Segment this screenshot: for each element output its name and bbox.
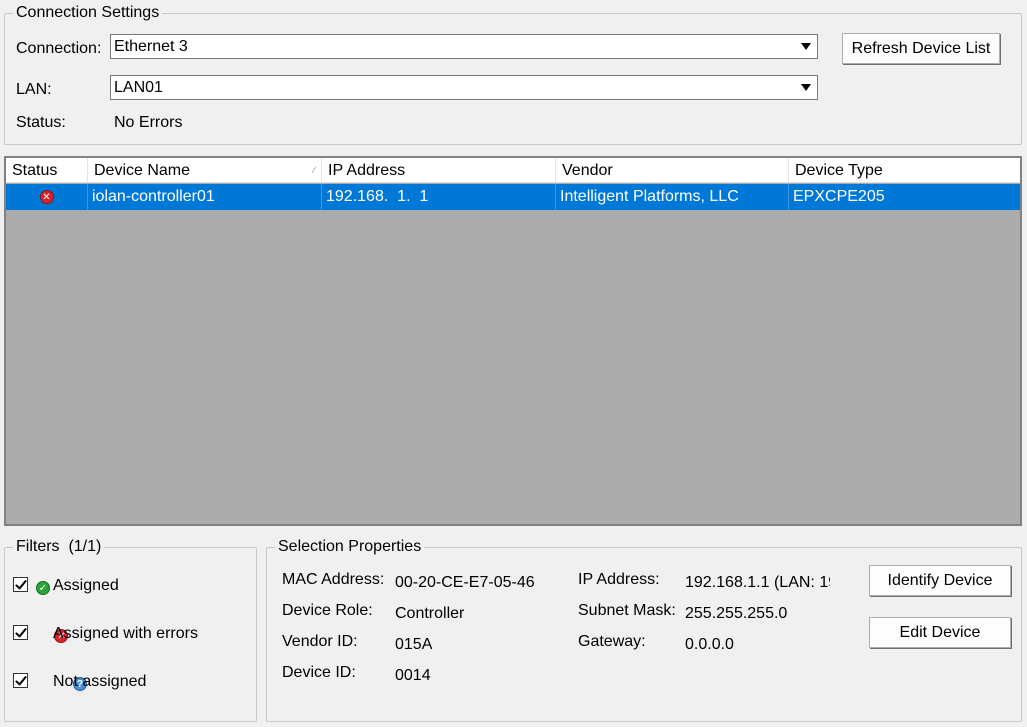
connection-combobox[interactable]: Ethernet 3 <box>110 34 818 59</box>
device-list[interactable]: Status Device Name ∕ IP Address Vendor D… <box>4 156 1022 526</box>
column-header-status[interactable]: Status <box>6 158 88 183</box>
chevron-down-icon[interactable] <box>796 36 816 57</box>
filters-title: Filters (1/1) <box>13 538 105 556</box>
connection-value: Ethernet 3 <box>114 38 188 55</box>
filter-not-assigned-checkbox[interactable] <box>13 673 28 688</box>
device-list-header: Status Device Name ∕ IP Address Vendor D… <box>6 158 1020 183</box>
ip-address-value: 192.168.1.1 (LAN: 19 <box>685 574 830 591</box>
device-role-value: Controller <box>395 605 465 622</box>
vendor-id-label: Vendor ID: <box>282 633 358 650</box>
row-status-cell: ✕ <box>6 184 88 210</box>
device-id-value: 0014 <box>395 667 431 684</box>
column-header-vendor[interactable]: Vendor <box>556 158 789 183</box>
device-role-label: Device Role: <box>282 602 373 619</box>
filter-assigned-errors-label[interactable]: Assigned with errors <box>53 625 198 643</box>
subnet-mask-value: 255.255.255.0 <box>685 605 788 622</box>
filter-assigned-errors-checkbox[interactable] <box>13 625 28 640</box>
status-value: No Errors <box>114 114 183 131</box>
chevron-down-icon[interactable] <box>796 77 816 98</box>
identify-device-button[interactable]: Identify Device <box>869 565 1011 596</box>
gateway-value: 0.0.0.0 <box>685 636 734 653</box>
device-id-label: Device ID: <box>282 664 356 681</box>
column-header-device-type[interactable]: Device Type <box>789 158 1020 183</box>
column-header-device-name-label: Device Name <box>94 162 191 179</box>
lan-combobox[interactable]: LAN01 <box>110 75 818 100</box>
lan-value: LAN01 <box>114 79 163 96</box>
ip-address-label: IP Address: <box>578 571 660 588</box>
column-header-ip-address[interactable]: IP Address <box>322 158 556 183</box>
mac-address-label: MAC Address: <box>282 571 385 588</box>
selection-properties-title: Selection Properties <box>275 538 425 556</box>
sort-indicator-icon: ∕ <box>313 165 315 175</box>
filter-assigned-checkbox[interactable] <box>13 577 28 592</box>
row-vendor: Intelligent Platforms, LLC <box>556 184 789 210</box>
check-icon: ✓ <box>36 580 50 595</box>
connection-settings-title: Connection Settings <box>13 4 163 22</box>
table-row[interactable]: ✕ iolan-controller01 192.168. 1. 1 Intel… <box>6 184 1020 210</box>
refresh-device-list-button[interactable]: Refresh Device List <box>842 33 1000 64</box>
status-label: Status: <box>16 114 66 131</box>
filter-not-assigned-label[interactable]: Not assigned <box>53 673 146 691</box>
row-device-type: EPXCPE205 <box>793 188 885 205</box>
mac-address-value: 00-20-CE-E7-05-46 <box>395 574 535 591</box>
row-device-name: iolan-controller01 <box>88 184 322 210</box>
filter-assigned-label[interactable]: Assigned <box>53 577 119 595</box>
lan-label: LAN: <box>16 81 52 98</box>
error-icon: ✕ <box>39 189 54 204</box>
vendor-id-value: 015A <box>395 636 433 653</box>
edit-device-button[interactable]: Edit Device <box>869 617 1011 648</box>
row-ip-address: 192.168. 1. 1 <box>322 184 556 210</box>
column-header-device-name[interactable]: Device Name ∕ <box>88 158 322 183</box>
subnet-mask-label: Subnet Mask: <box>578 602 676 619</box>
gateway-label: Gateway: <box>578 633 646 650</box>
connection-label: Connection: <box>16 40 102 57</box>
